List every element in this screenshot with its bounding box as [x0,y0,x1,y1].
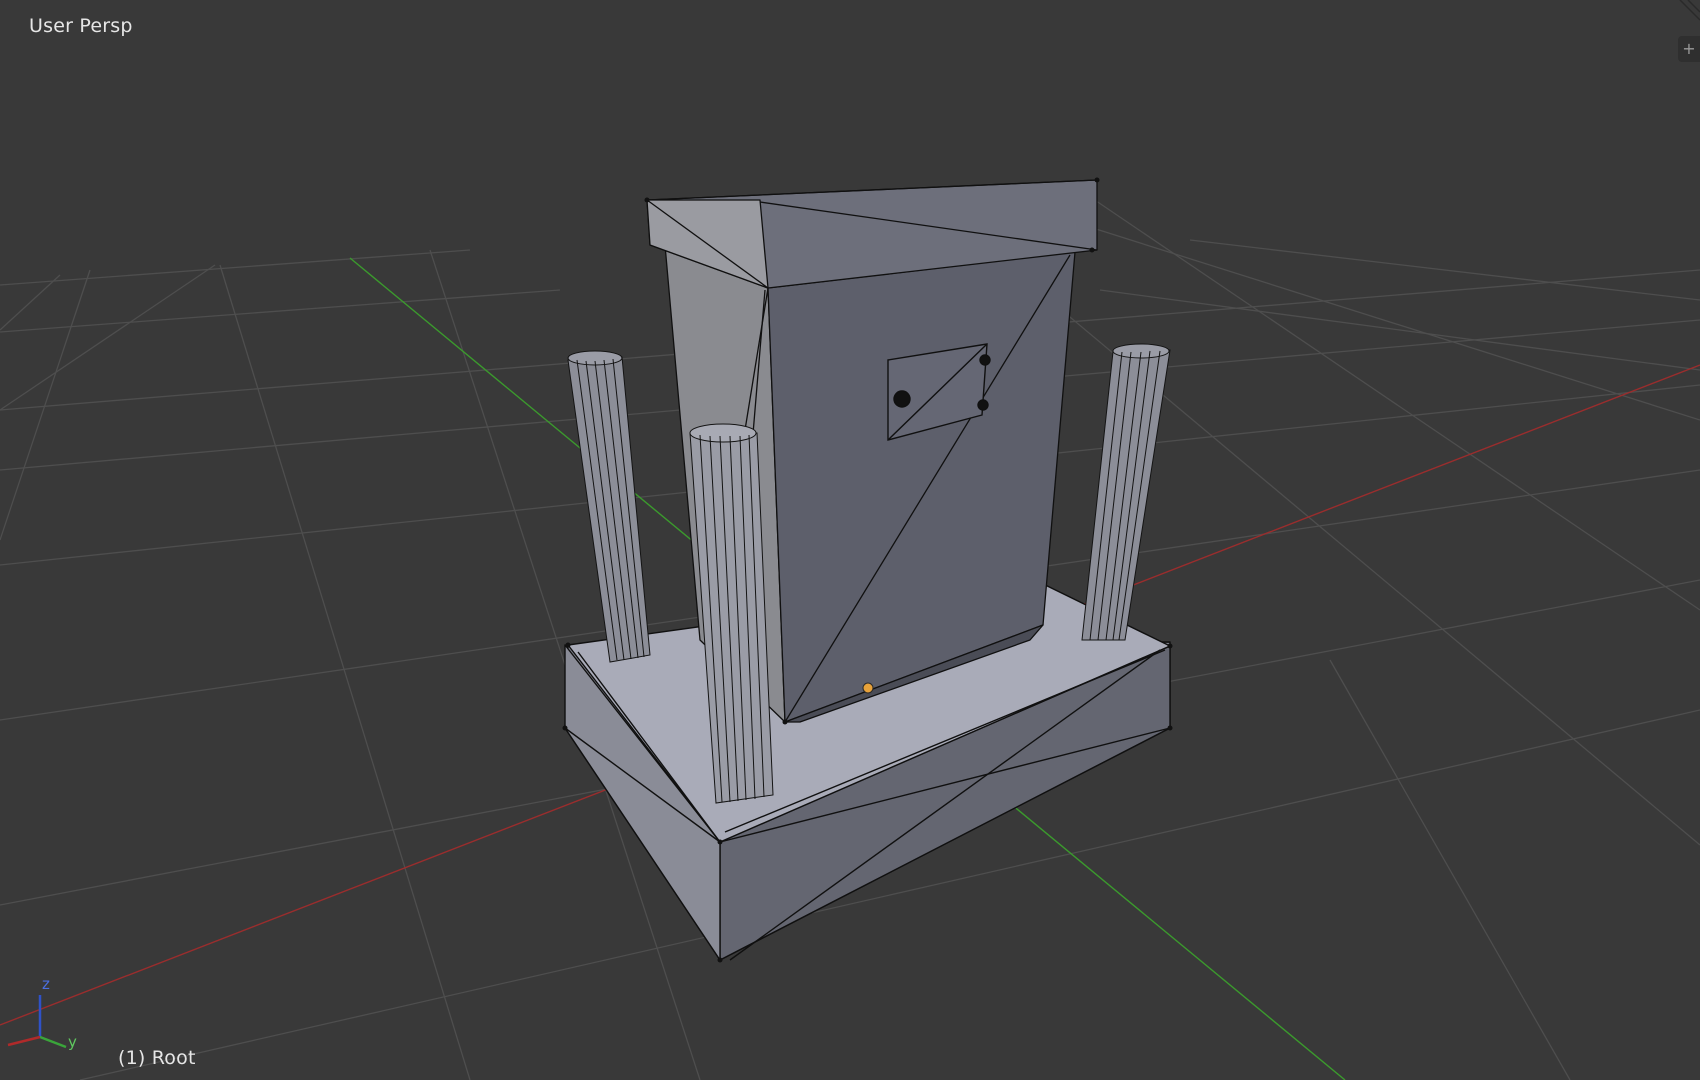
active-object-label: (1) Root [118,1047,196,1069]
y-axis-icon [39,1035,67,1049]
z-axis-label: z [42,975,50,993]
3d-viewport[interactable]: User Persp + z y (1) Root [0,0,1700,1080]
object-origin[interactable] [862,682,874,694]
column-back-right [1081,343,1171,641]
x-axis-icon [7,1035,41,1047]
plus-icon[interactable]: + [1678,36,1700,62]
view-label: User Persp [29,15,133,37]
scene-canvas[interactable] [0,0,1700,1080]
axes-gizmo: z y [7,975,77,1051]
y-axis-label: y [68,1033,77,1051]
area-split-handle[interactable] [1670,0,1700,30]
column-back-left [567,350,651,663]
